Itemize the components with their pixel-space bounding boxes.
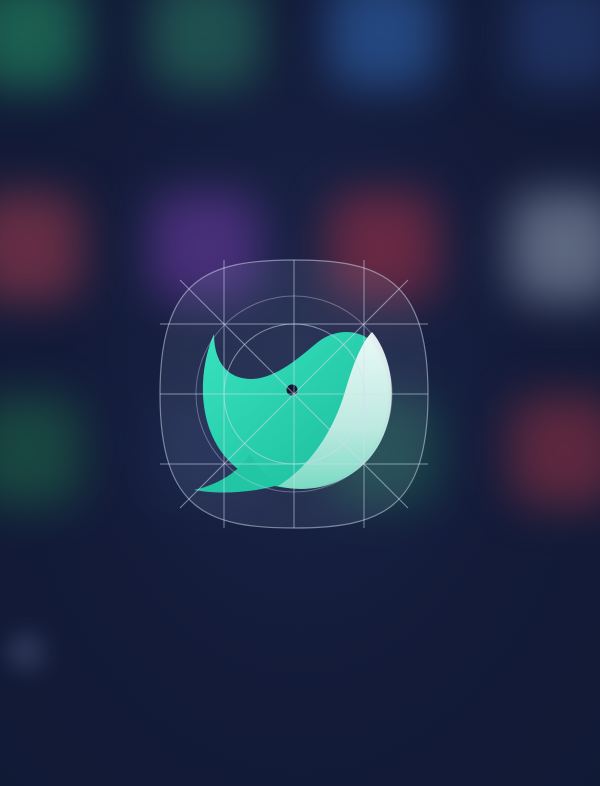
app-icon-blurred bbox=[150, 0, 260, 88]
dot-blurred bbox=[6, 632, 46, 672]
home-screen bbox=[0, 0, 600, 786]
app-icon-blurred bbox=[0, 396, 82, 506]
app-icon-blurred bbox=[510, 192, 600, 302]
app-icon-blurred bbox=[0, 192, 82, 302]
app-icon-blurred bbox=[328, 0, 438, 88]
app-icon-blurred bbox=[510, 396, 600, 506]
app-icon-blurred bbox=[510, 0, 600, 88]
whale-icon bbox=[159, 259, 429, 529]
whale-app-icon[interactable] bbox=[158, 258, 430, 530]
app-icon-blurred bbox=[0, 0, 82, 88]
icon-keyline-grid bbox=[160, 260, 428, 528]
